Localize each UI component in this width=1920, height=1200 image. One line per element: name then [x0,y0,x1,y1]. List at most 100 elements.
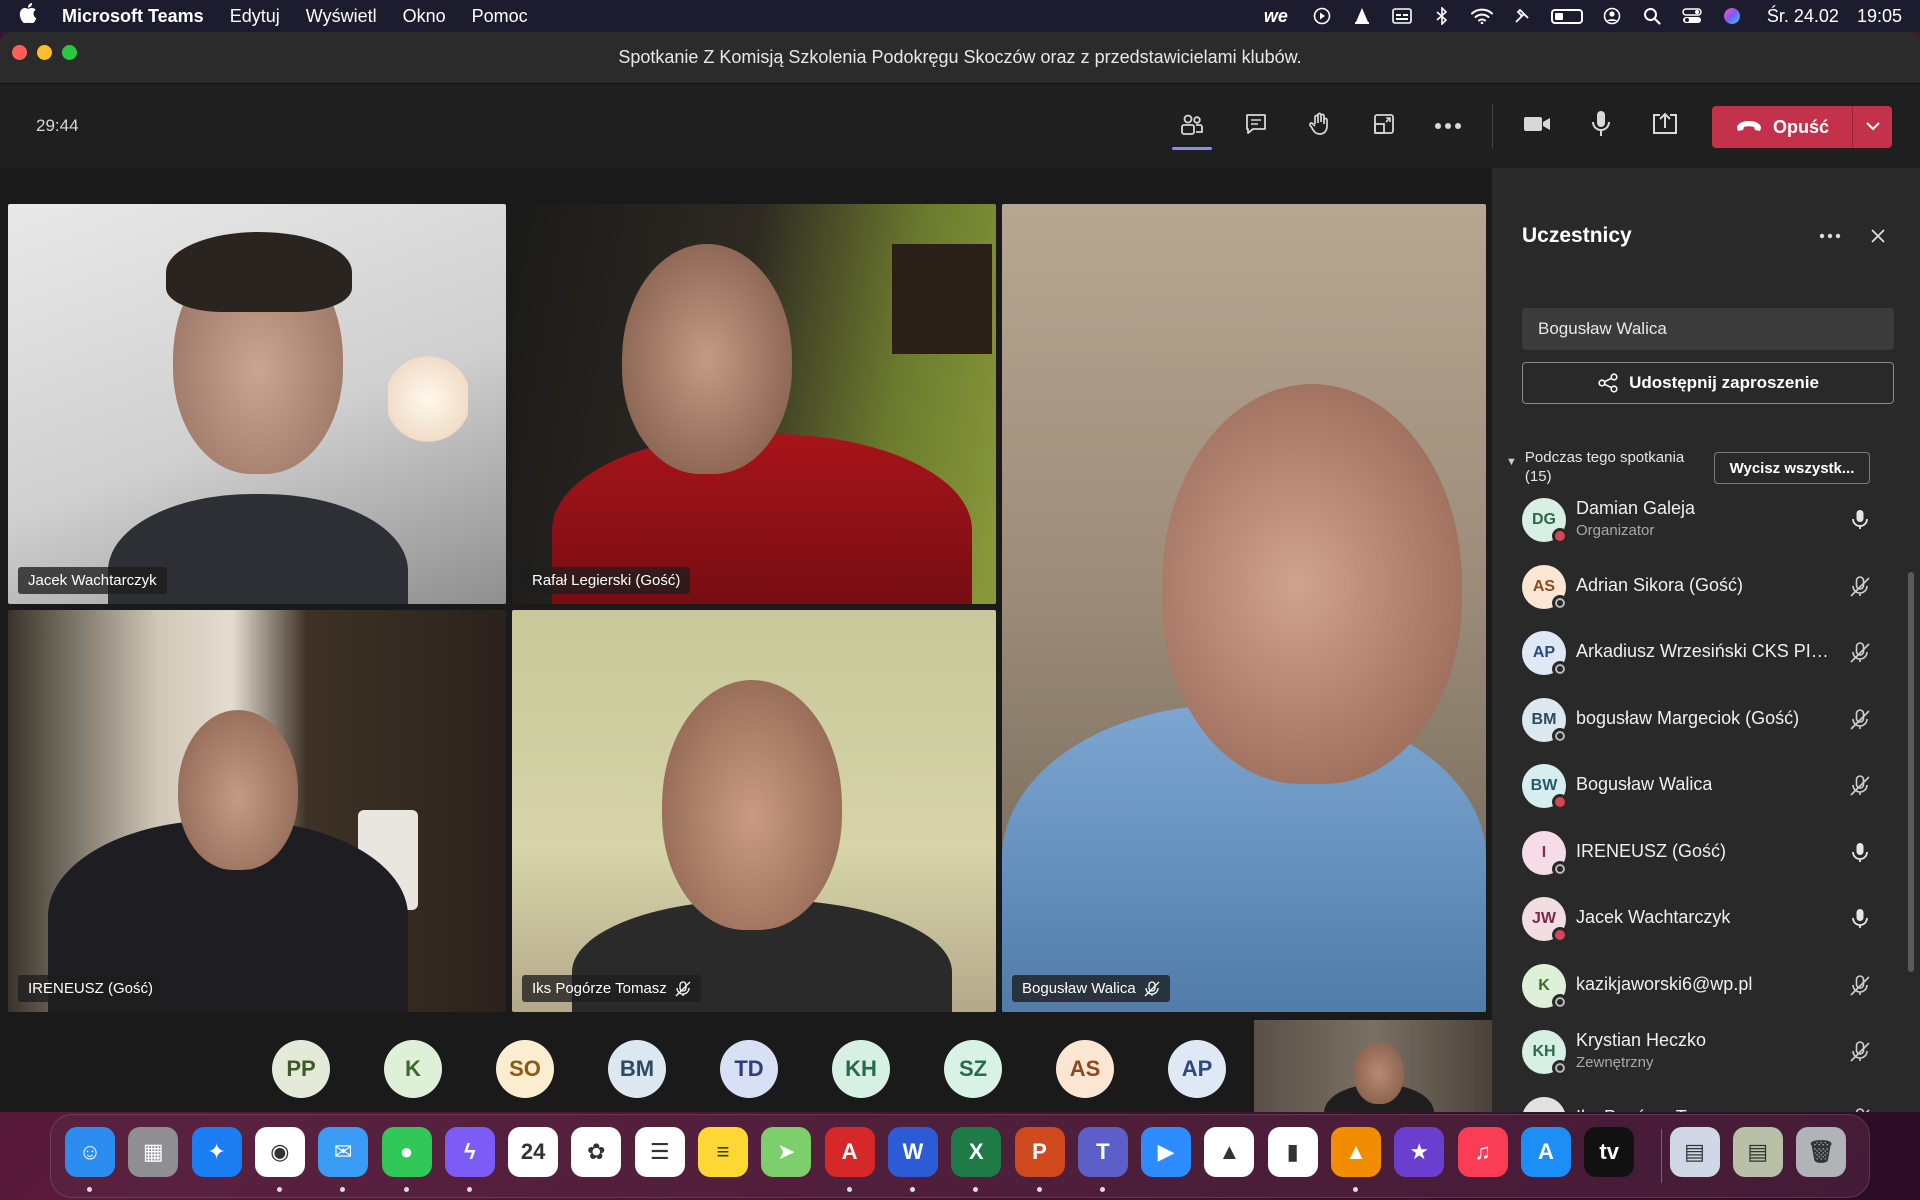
mic-off-icon[interactable] [1848,708,1872,732]
leave-options-button[interactable] [1852,106,1892,148]
documents-stack-icon[interactable]: ▤ [1732,1127,1783,1177]
self-view-video[interactable] [1254,1020,1492,1112]
excel-icon[interactable]: X [951,1127,1002,1177]
acrobat-icon[interactable]: A [824,1127,875,1177]
notes-icon[interactable]: ≡ [698,1127,748,1177]
play-icon[interactable] [1311,7,1333,25]
control-center-icon[interactable] [1681,7,1703,25]
word-icon[interactable]: W [887,1127,938,1177]
panel-more-button[interactable] [1814,220,1846,252]
leave-main[interactable]: Opuść [1712,117,1852,138]
participant-row[interactable]: AP Arkadiusz Wrzesiński CKS PIA... [1492,619,1902,685]
participants-button[interactable] [1160,84,1224,168]
participant-row[interactable]: I IRENEUSZ (Gość) [1492,819,1902,885]
camera-button[interactable] [1505,84,1569,168]
wifi-icon[interactable] [1470,7,1493,25]
finder-icon[interactable]: ☺ [65,1127,115,1177]
mic-icon[interactable] [1848,841,1872,865]
participant-avatar[interactable]: SZ [944,1040,1002,1098]
keynote-icon[interactable]: ▲ [1204,1127,1255,1177]
mic-off-icon[interactable] [1848,641,1872,665]
menu-time[interactable]: 19:05 [1857,6,1902,27]
menu-edit[interactable]: Edytuj [230,6,280,27]
leave-button[interactable]: Opuść [1712,106,1892,148]
raise-hand-button[interactable] [1288,84,1352,168]
photos-icon[interactable]: ✿ [571,1127,622,1177]
mic-icon[interactable] [1848,907,1872,931]
safari-icon[interactable]: ✦ [191,1127,242,1177]
participant-row[interactable]: DG Damian Galeja Organizator [1492,486,1902,552]
user-icon[interactable] [1601,7,1623,25]
menu-app-name[interactable]: Microsoft Teams [62,6,204,27]
more-actions-button[interactable] [1416,84,1480,168]
music-icon[interactable]: ♫ [1457,1127,1508,1177]
we-icon[interactable]: we [1259,6,1293,26]
rooms-button[interactable] [1352,84,1416,168]
minimize-window-button[interactable] [37,45,52,60]
participant-avatar[interactable]: AP [1168,1040,1226,1098]
mic-button[interactable] [1569,84,1633,168]
reminders-icon[interactable]: ☰ [634,1127,685,1177]
close-window-button[interactable] [12,45,27,60]
mic-off-icon[interactable] [1848,774,1872,798]
diagnostics-icon[interactable] [1511,7,1533,25]
messages-icon[interactable]: ● [381,1127,432,1177]
participant-search-input[interactable] [1522,308,1894,350]
participant-avatar[interactable]: KH [832,1040,890,1098]
appstore-icon[interactable]: A [1520,1127,1571,1177]
mail-icon[interactable]: ✉ [318,1127,369,1177]
calendar-icon[interactable]: 24 [508,1127,559,1177]
apple-menu-icon[interactable] [18,3,38,29]
mic-off-icon[interactable] [1848,575,1872,599]
participant-avatar[interactable]: AS [1056,1040,1114,1098]
participant-row[interactable]: JW Jacek Wachtarczyk [1492,885,1902,951]
menu-date[interactable]: Śr. 24.02 [1767,6,1839,27]
chat-button[interactable] [1224,84,1288,168]
menu-view[interactable]: Wyświetl [306,6,377,27]
messenger-icon[interactable]: ϟ [444,1127,495,1177]
share-screen-button[interactable] [1633,84,1697,168]
bluetooth-icon[interactable] [1431,7,1453,25]
participant-avatar[interactable]: BM [608,1040,666,1098]
video-tile-spotlight[interactable]: Bogusław Walica [1002,204,1486,1012]
participant-avatar[interactable]: K [384,1040,442,1098]
vlc-icon[interactable]: ▲ [1331,1127,1381,1177]
battery-icon[interactable] [1550,8,1583,24]
zoom-icon[interactable]: ▶ [1141,1127,1192,1177]
participant-avatar[interactable]: SO [496,1040,554,1098]
participant-row[interactable]: BW Bogusław Walica [1492,752,1902,818]
participant-row[interactable]: KH Krystian Heczko Zewnętrzny [1492,1018,1902,1084]
imovie-icon[interactable]: ★ [1394,1127,1445,1177]
trash-icon[interactable]: 🗑 [1796,1127,1847,1177]
spotlight-icon[interactable] [1641,7,1663,25]
participant-row[interactable]: Kkazikjaworski6@wp.pl [1492,952,1902,1018]
share-invite-button[interactable]: Udostępnij zaproszenie [1522,362,1894,404]
participant-avatar[interactable]: PP [272,1040,330,1098]
appletv-icon[interactable]: tv [1584,1127,1635,1177]
mic-icon[interactable] [1848,508,1872,532]
participant-row[interactable]: BM bogusław Margeciok (Gość) [1492,686,1902,752]
maps-icon[interactable]: ➤ [761,1127,812,1177]
zoom-window-button[interactable] [62,45,77,60]
menu-help[interactable]: Pomoc [472,6,528,27]
mic-off-icon[interactable] [1848,1040,1872,1064]
panel-scrollbar[interactable] [1908,572,1914,972]
teams-icon[interactable]: T [1077,1127,1128,1177]
video-tile[interactable]: Jacek Wachtarczyk [8,204,506,604]
section-header[interactable]: ▼ Podczas tego spotkania (15) [1506,448,1695,486]
video-tile[interactable]: IRENEUSZ (Gość) [8,610,506,1012]
chrome-icon[interactable]: ◉ [254,1127,305,1177]
caption-icon[interactable] [1391,7,1413,25]
participant-row[interactable]: AS Adrian Sikora (Gość) [1492,553,1902,619]
vlc-icon[interactable] [1351,7,1373,25]
video-tile[interactable]: Rafał Legierski (Gość) [512,204,996,604]
powerpoint-icon[interactable]: P [1014,1127,1065,1177]
menu-window[interactable]: Okno [403,6,446,27]
mic-off-icon[interactable] [1848,1107,1872,1112]
video-tile[interactable]: Iks Pogórze Tomasz [512,610,996,1012]
numbers-icon[interactable]: ▮ [1267,1127,1318,1177]
launchpad-icon[interactable]: ▦ [128,1127,179,1177]
participant-avatar[interactable]: TD [720,1040,778,1098]
mic-off-icon[interactable] [1848,974,1872,998]
panel-close-button[interactable] [1862,220,1894,252]
